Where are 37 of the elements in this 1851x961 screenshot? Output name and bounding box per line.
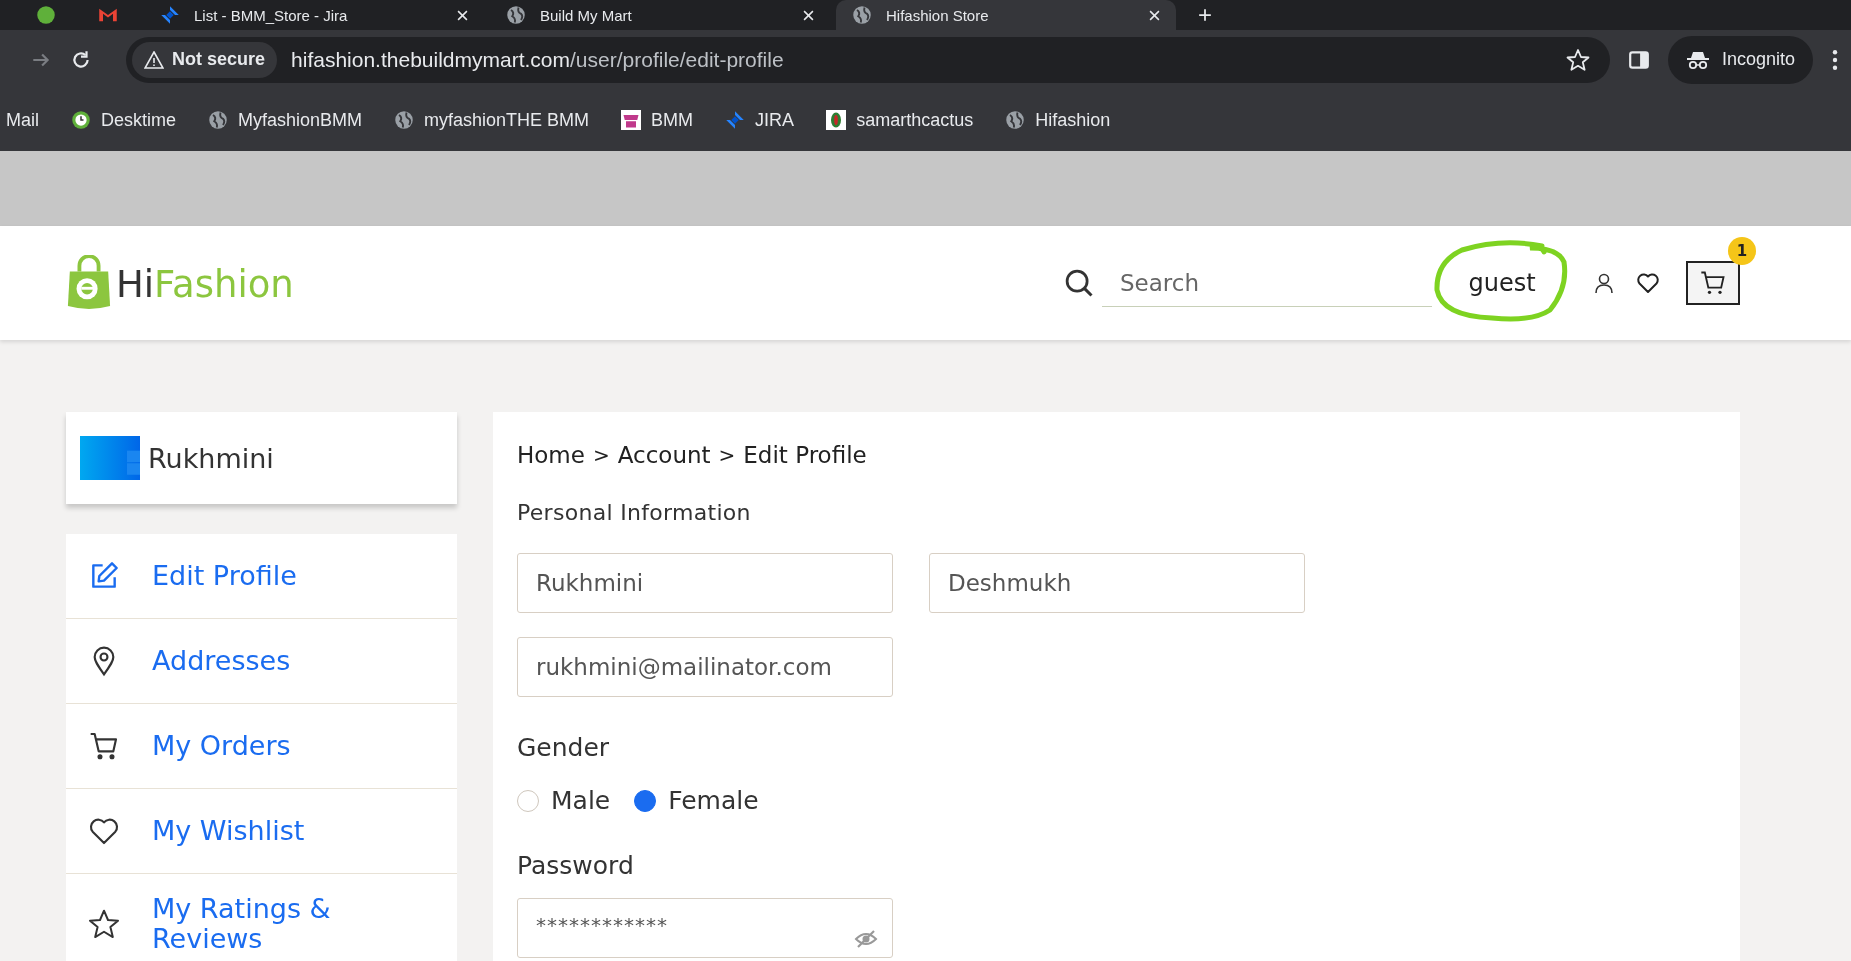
user-name[interactable]: guest (1468, 269, 1536, 297)
bookmark[interactable]: BMM (621, 109, 694, 131)
section-title: Personal Information (517, 500, 752, 525)
breadcrumb-separator: > (592, 443, 610, 467)
store-logo-text[interactable]: HiFashion (116, 266, 294, 311)
bookmark[interactable]: Hifashion (1005, 109, 1111, 131)
security-chip[interactable]: Not secure (132, 41, 278, 78)
account-menu-item[interactable]: My Wishlist (66, 789, 457, 874)
bookmark[interactable]: JIRA (725, 109, 795, 131)
address-bar[interactable]: Not secure hifashion.thebuildmymart.com/user/profile/edit-profile (126, 36, 1610, 83)
url-text: hifashion.thebuildmymart.com/user/profile/edit-profile (291, 47, 785, 72)
incognito-button[interactable]: Incognito (1667, 35, 1813, 84)
gender-option[interactable]: Female (634, 786, 759, 815)
bookmark[interactable]: Desktime (71, 109, 177, 131)
bookmark[interactable]: Mail (6, 109, 39, 131)
browser-tab[interactable]: List - BMM_Store - Jira (144, 0, 484, 30)
account-menu-item[interactable]: Edit Profile (66, 534, 457, 619)
gender-option[interactable]: Male (517, 786, 611, 815)
field-label: Password (517, 851, 635, 880)
breadcrumb-separator: > (718, 443, 736, 467)
account-menu-item[interactable]: Addresses (66, 619, 457, 704)
profile-name: Rukhmini (148, 442, 274, 474)
password-field[interactable]: ************ (517, 898, 893, 958)
account-menu-item[interactable]: My Orders (66, 704, 457, 789)
cart-count-badge: 1 (1728, 237, 1756, 265)
email-field[interactable]: rukhmini@mailinator.com (517, 637, 893, 697)
bookmark[interactable]: MyfashionBMM (208, 109, 363, 131)
last-name-field[interactable]: Deshmukh (929, 553, 1305, 613)
breadcrumb-link[interactable]: Account (617, 442, 711, 468)
first-name-field[interactable]: Rukhmini (517, 553, 893, 613)
browser-tab[interactable]: Build My Mart (490, 0, 830, 30)
breadcrumb-link[interactable]: Home (517, 442, 585, 468)
account-menu-item[interactable]: My Ratings & Reviews (66, 874, 457, 961)
field-label: Gender (517, 733, 611, 762)
bookmark[interactable]: myfashionTHE BMM (394, 109, 590, 131)
browser-tab[interactable]: Hifashion Store (836, 0, 1176, 30)
bookmark[interactable]: samarthcactus (826, 109, 974, 131)
